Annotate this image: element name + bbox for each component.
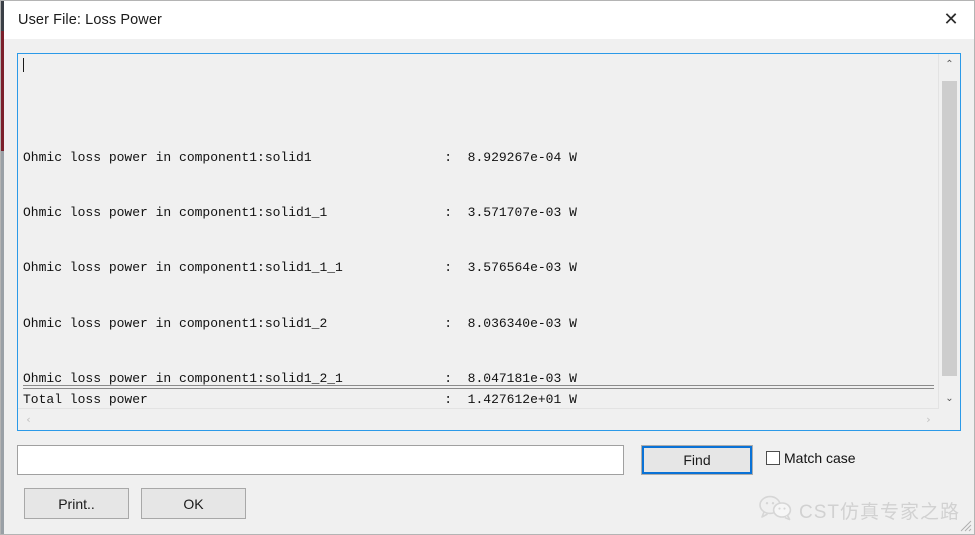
close-button[interactable]: ✕ [928, 1, 974, 39]
total-block: Total loss power : 1.427612e+01 W [23, 384, 934, 409]
ok-button[interactable]: OK [141, 488, 246, 519]
match-case-checkbox[interactable] [766, 451, 780, 465]
find-button[interactable]: Find [641, 445, 753, 475]
loss-power-text-panel[interactable]: Ohmic loss power in component1:solid1 : … [17, 53, 961, 431]
window-title: User File: Loss Power [18, 12, 162, 28]
title-bar: User File: Loss Power ✕ [4, 1, 974, 40]
match-case-option[interactable]: Match case [766, 450, 856, 466]
print-button[interactable]: Print.. [24, 488, 129, 519]
horizontal-scrollbar[interactable]: ‹ › [18, 408, 939, 430]
vertical-scroll-thumb[interactable] [942, 81, 957, 376]
dialog-body: Ohmic loss power in component1:solid1 : … [4, 39, 974, 534]
loss-line: Ohmic loss power in component1:solid1_1 … [23, 205, 577, 221]
scroll-down-icon[interactable]: ⌄ [939, 388, 960, 409]
resize-grip-icon[interactable] [960, 520, 972, 532]
scrollbar-corner [939, 409, 960, 430]
user-file-dialog: User File: Loss Power ✕ Ohmic loss power… [0, 0, 975, 535]
search-input[interactable] [17, 445, 624, 475]
loss-power-text-area[interactable]: Ohmic loss power in component1:solid1 : … [18, 54, 939, 409]
watermark: CST仿真专家之路 [759, 495, 960, 526]
wechat-icon [759, 495, 793, 526]
total-separator-rule [23, 384, 934, 389]
close-icon: ✕ [943, 9, 959, 30]
loss-line: Ohmic loss power in component1:solid1_2 … [23, 315, 577, 331]
total-loss-power-line: Total loss power : 1.427612e+01 W [23, 391, 577, 407]
vertical-scrollbar[interactable]: ⌃ ⌄ [938, 54, 960, 409]
loss-line: Ohmic loss power in component1:solid1 : … [23, 150, 577, 166]
watermark-text: CST仿真专家之路 [798, 502, 960, 523]
loss-line: Ohmic loss power in component1:solid1_1_… [23, 260, 577, 276]
loss-power-lines: Ohmic loss power in component1:solid1 : … [23, 57, 939, 409]
match-case-label: Match case [784, 450, 856, 466]
scroll-left-icon[interactable]: ‹ [18, 409, 39, 430]
scroll-up-icon[interactable]: ⌃ [939, 54, 960, 75]
scroll-right-icon[interactable]: › [918, 409, 939, 430]
